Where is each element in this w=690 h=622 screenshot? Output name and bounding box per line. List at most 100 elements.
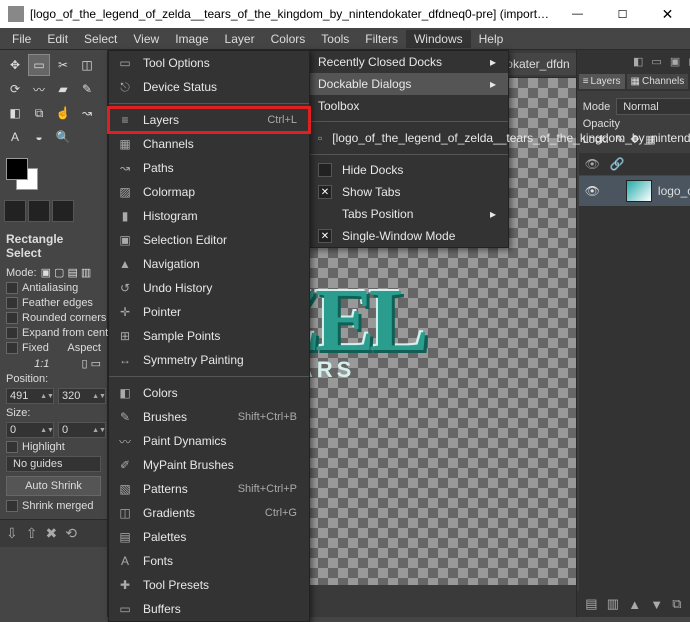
tool-warp[interactable]: 〰 [28, 78, 50, 100]
orientation-icon[interactable]: ▯ ▭ [81, 357, 101, 370]
layer-name[interactable]: logo_of_the_leg [658, 184, 690, 198]
mode-icon[interactable]: ▣ ▢ ▤ ▥ [41, 266, 92, 279]
dockable-item-fonts[interactable]: AFonts [109, 549, 309, 573]
tool-brush[interactable]: ✎ [76, 78, 98, 100]
menu-help[interactable]: Help [471, 30, 512, 48]
dockable-item-navigation[interactable]: ▲Navigation [109, 252, 309, 276]
size-h-input[interactable]: 0▲▼ [58, 422, 106, 438]
tool-path[interactable]: ↝ [76, 102, 98, 124]
config-icon[interactable]: ◧ [633, 55, 643, 68]
new-view-icon[interactable]: ▭ [651, 55, 661, 68]
dockable-item-tool-options[interactable]: ▭Tool Options [109, 51, 309, 75]
menu-select[interactable]: Select [76, 30, 125, 48]
dockable-item-layers[interactable]: ≡LayersCtrl+L [109, 108, 309, 132]
aspect-ratio-field[interactable]: 1:1 [6, 358, 77, 370]
new-group-icon[interactable]: ▥ [607, 596, 619, 612]
auto-shrink-button[interactable]: Auto Shrink [6, 476, 101, 496]
menu-open-document[interactable]: ▫ [logo_of_the_legend_of_zelda__tears_of… [310, 126, 508, 150]
dockable-item-gradients[interactable]: ◫GradientsCtrl+G [109, 501, 309, 525]
save-preset-icon[interactable]: ⇩ [6, 525, 18, 542]
size-w-input[interactable]: 0▲▼ [6, 422, 54, 438]
close-button[interactable]: ✕ [645, 0, 690, 28]
menu-dockable-dialogs[interactable]: Dockable Dialogs▸ [310, 73, 508, 95]
minimize-button[interactable]: — [555, 0, 600, 28]
dockable-item-sample-points[interactable]: ⊞Sample Points [109, 324, 309, 348]
restore-preset-icon[interactable]: ⇧ [26, 525, 38, 542]
tool-bucket[interactable]: ▰ [52, 78, 74, 100]
dockable-item-brushes[interactable]: ✎BrushesShift+Ctrl+B [109, 405, 309, 429]
menu-hide-docks[interactable]: Hide Docks [310, 159, 508, 181]
dockable-item-tool-presets[interactable]: ✚Tool Presets [109, 573, 309, 597]
menu-tabs-position[interactable]: Tabs Position▸ [310, 203, 508, 225]
new-layer-icon[interactable]: ▤ [585, 596, 597, 612]
link-icon[interactable]: 🔗 [610, 157, 625, 171]
tool-picker[interactable]: ◒ [28, 126, 50, 148]
tool-clone[interactable]: ⧉ [28, 102, 50, 124]
tab-channels[interactable]: ▦Channels [627, 74, 689, 89]
expand-check[interactable] [6, 327, 18, 339]
dockable-item-palettes[interactable]: ▤Palettes [109, 525, 309, 549]
tool-free-select[interactable]: ✂ [52, 54, 74, 76]
dockable-item-symmetry-painting[interactable]: ↔Symmetry Painting [109, 348, 309, 372]
highlight-check[interactable] [6, 441, 18, 453]
dockable-item-device-status[interactable]: ⎋Device Status [109, 75, 309, 99]
eye-icon[interactable]: 👁 [585, 157, 600, 171]
tool-text[interactable]: A [4, 126, 26, 148]
lower-layer-icon[interactable]: ▼ [650, 597, 663, 612]
menu-view[interactable]: View [125, 30, 167, 48]
dockable-item-pointer[interactable]: ✛Pointer [109, 300, 309, 324]
tool-smudge[interactable]: ☝ [52, 102, 74, 124]
fixed-check[interactable] [6, 342, 18, 354]
raise-layer-icon[interactable]: ▲ [628, 597, 641, 612]
maximize-button[interactable]: ☐ [600, 0, 645, 28]
dockable-item-paint-dynamics[interactable]: 〰Paint Dynamics [109, 429, 309, 453]
guides-select[interactable]: No guides [6, 456, 101, 472]
dockable-item-patterns[interactable]: ▧PatternsShift+Ctrl+P [109, 477, 309, 501]
menu-filters[interactable]: Filters [357, 30, 406, 48]
dockable-item-histogram[interactable]: ▮Histogram [109, 204, 309, 228]
dockable-item-buffers[interactable]: ▭Buffers [109, 597, 309, 621]
menu-image[interactable]: Image [167, 30, 216, 48]
aspect-label[interactable]: Aspect [67, 342, 101, 354]
delete-preset-icon[interactable]: ✖ [45, 525, 57, 542]
tool-rotate[interactable]: ⟳ [4, 78, 26, 100]
menu-single-window[interactable]: ✕Single-Window Mode [310, 225, 508, 247]
menu-toolbox[interactable]: Toolbox [310, 95, 508, 117]
tool-eraser[interactable]: ◧ [4, 102, 26, 124]
menu-show-tabs[interactable]: ✕Show Tabs [310, 181, 508, 203]
menu-recently-closed[interactable]: Recently Closed Docks▸ [310, 51, 508, 73]
active-brush[interactable] [4, 200, 26, 222]
color-swatch[interactable] [6, 158, 42, 194]
reset-preset-icon[interactable]: ⟲ [65, 525, 77, 542]
dockable-item-undo-history[interactable]: ↺Undo History [109, 276, 309, 300]
blend-mode-select[interactable]: Normal▾ [616, 98, 690, 115]
menu-file[interactable]: File [4, 30, 39, 48]
active-gradient[interactable] [52, 200, 74, 222]
dockable-item-selection-editor[interactable]: ▣Selection Editor [109, 228, 309, 252]
position-y-input[interactable]: 320▲▼ [58, 388, 106, 404]
detach-icon[interactable]: ▣ [670, 55, 680, 68]
dockable-item-colors[interactable]: ◧Colors [109, 381, 309, 405]
duplicate-layer-icon[interactable]: ⧉ [672, 596, 681, 612]
feather-check[interactable] [6, 297, 18, 309]
menu-edit[interactable]: Edit [39, 30, 76, 48]
dockable-item-colormap[interactable]: ▨Colormap [109, 180, 309, 204]
fg-color[interactable] [6, 158, 28, 180]
shrink-merged-check[interactable] [6, 500, 18, 512]
tab-layers[interactable]: ≡Layers [579, 74, 625, 89]
menu-layer[interactable]: Layer [217, 30, 263, 48]
dockable-item-channels[interactable]: ▦Channels [109, 132, 309, 156]
dockable-item-mypaint-brushes[interactable]: ✐MyPaint Brushes [109, 453, 309, 477]
tool-rect-select[interactable]: ▭ [28, 54, 50, 76]
dockable-item-paths[interactable]: ↝Paths [109, 156, 309, 180]
tool-crop[interactable]: ◫ [76, 54, 98, 76]
menu-tools[interactable]: Tools [313, 30, 357, 48]
rounded-check[interactable] [6, 312, 18, 324]
menu-windows[interactable]: Windows [406, 30, 471, 48]
position-x-input[interactable]: 491▲▼ [6, 388, 54, 404]
menu-colors[interactable]: Colors [263, 30, 314, 48]
tool-move[interactable]: ✥ [4, 54, 26, 76]
layer-visibility-icon[interactable]: 👁 [585, 184, 600, 198]
tool-zoom[interactable]: 🔍 [52, 126, 74, 148]
layer-row[interactable]: 👁 logo_of_the_leg [579, 176, 690, 206]
